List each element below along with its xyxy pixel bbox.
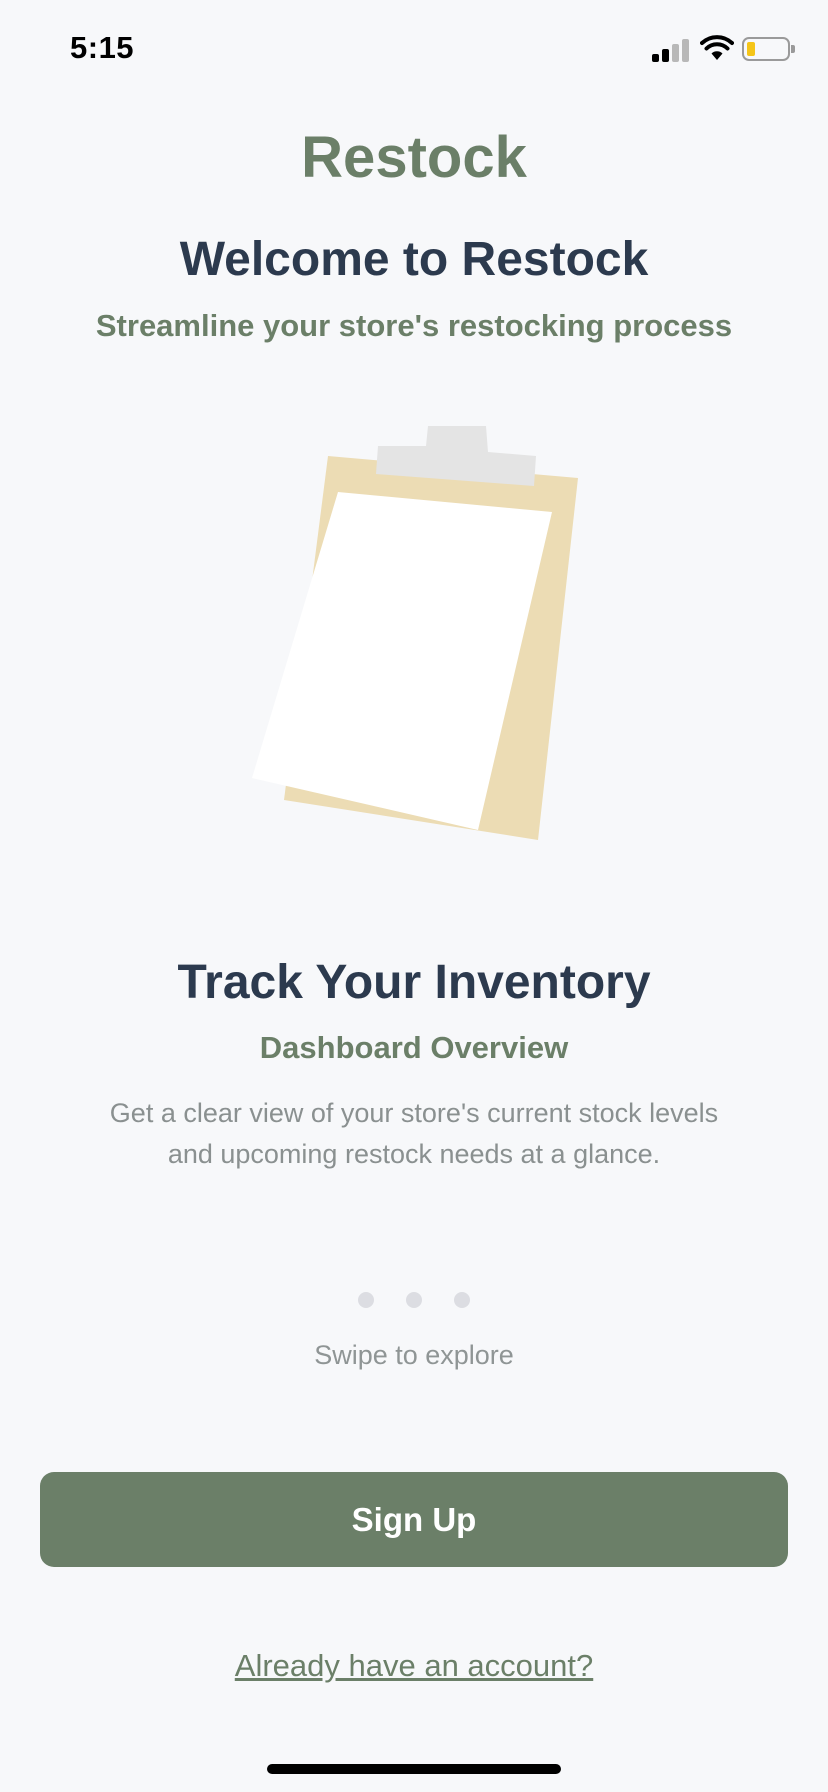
pagination-dot[interactable]	[406, 1292, 422, 1308]
slide-subtitle: Dashboard Overview	[259, 1030, 569, 1065]
app-logo-text: Restock	[301, 125, 527, 190]
welcome-tagline: Streamline your store's restocking proce…	[95, 308, 733, 343]
clipboard-icon	[252, 426, 578, 840]
welcome-screen: 5:15 Restock Welcome to Restock Streamli…	[0, 0, 828, 1792]
swipe-hint: Swipe to explore	[314, 1340, 514, 1370]
sign-up-button[interactable]: Sign Up	[40, 1472, 788, 1567]
welcome-title: Welcome to Restock	[179, 233, 649, 286]
home-indicator[interactable]	[267, 1764, 561, 1774]
battery-tip	[791, 45, 795, 53]
cellular-signal-icon	[652, 38, 692, 62]
slide-title: Track Your Inventory	[177, 956, 651, 1009]
wifi-icon	[700, 35, 734, 60]
pagination-dot[interactable]	[454, 1292, 470, 1308]
status-time: 5:15	[70, 30, 135, 65]
slide-description: Get a clear view of your store's current…	[109, 1098, 719, 1169]
battery-level	[747, 42, 755, 56]
pagination-dots[interactable]	[0, 1292, 828, 1308]
sign-in-link[interactable]: Already have an account?	[0, 1648, 828, 1684]
pagination-dot[interactable]	[358, 1292, 374, 1308]
battery-icon	[742, 37, 790, 61]
